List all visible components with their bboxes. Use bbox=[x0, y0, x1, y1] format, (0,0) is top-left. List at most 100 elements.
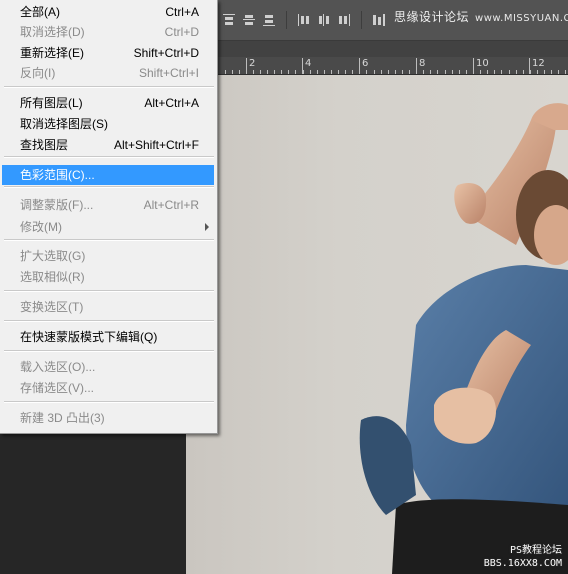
menu-separator bbox=[4, 86, 214, 88]
ruler-tick bbox=[402, 70, 403, 74]
menu-item-modify[interactable]: 修改(M) bbox=[0, 217, 217, 237]
ruler-label: 10 bbox=[476, 58, 489, 69]
menu-item-save-selection[interactable]: 存储选区(V)... bbox=[0, 378, 217, 398]
ruler-tick bbox=[537, 70, 538, 74]
menu-item-all-layers[interactable]: 所有图层(L) Alt+Ctrl+A bbox=[0, 93, 217, 113]
menu-item-shortcut: Shift+Ctrl+D bbox=[133, 46, 199, 60]
ruler-tick bbox=[416, 70, 417, 74]
ruler-tick bbox=[509, 70, 510, 74]
distribute-left-icon[interactable] bbox=[297, 13, 311, 27]
menu-item-shortcut: Alt+Ctrl+R bbox=[143, 198, 199, 212]
menu-item-label: 重新选择(E) bbox=[20, 46, 84, 60]
menu-item-label: 在快速蒙版模式下编辑(Q) bbox=[20, 330, 158, 344]
watermark-top-text: 思缘设计论坛 bbox=[394, 10, 470, 24]
ruler-tick bbox=[494, 70, 495, 74]
menu-item-label: 调整蒙版(F)... bbox=[20, 198, 94, 212]
ruler-tick bbox=[558, 70, 559, 74]
ruler-tick bbox=[324, 70, 325, 74]
menu-item-shortcut: Ctrl+D bbox=[164, 25, 199, 39]
menu-item-label: 存储选区(V)... bbox=[20, 381, 94, 395]
ruler-tick bbox=[225, 70, 226, 74]
ruler-tick bbox=[459, 70, 460, 74]
distribute-right-icon[interactable] bbox=[337, 13, 351, 27]
menu-item-shortcut: Ctrl+A bbox=[165, 5, 199, 19]
ruler-tick bbox=[260, 70, 261, 74]
menu-item-label: 载入选区(O)... bbox=[20, 360, 96, 374]
ruler-tick bbox=[352, 70, 353, 74]
ruler-tick bbox=[423, 70, 424, 74]
ruler-tick bbox=[281, 70, 282, 74]
toolbar-separator bbox=[286, 11, 287, 29]
watermark-top-site: www.MISSYUAN.COM bbox=[475, 13, 568, 24]
menu-separator bbox=[4, 156, 214, 158]
ruler-tick bbox=[338, 70, 339, 74]
ruler-tick bbox=[317, 70, 318, 74]
menu-item-grow[interactable]: 扩大选取(G) bbox=[0, 246, 217, 266]
ruler-tick bbox=[551, 70, 552, 74]
menu-separator bbox=[4, 350, 214, 352]
ruler-tick bbox=[253, 70, 254, 74]
menu-item-label: 变换选区(T) bbox=[20, 300, 84, 314]
menu-separator bbox=[4, 290, 214, 292]
menu-item-label: 反向(I) bbox=[20, 66, 56, 80]
ruler-label: 8 bbox=[419, 58, 426, 69]
menu-item-shortcut: Shift+Ctrl+I bbox=[138, 66, 199, 80]
ruler-tick bbox=[544, 70, 545, 74]
menu-item-transform-selection[interactable]: 变换选区(T) bbox=[0, 297, 217, 317]
align-top-icon[interactable] bbox=[222, 13, 236, 27]
menu-item-inverse[interactable]: 反向(I) Shift+Ctrl+I bbox=[0, 63, 217, 83]
menu-separator bbox=[4, 320, 214, 322]
menu-item-label: 选取相似(R) bbox=[20, 270, 85, 284]
ruler-tick bbox=[473, 70, 474, 74]
menu-item-select-all[interactable]: 全部(A) Ctrl+A bbox=[0, 2, 217, 22]
align-bottom-icon[interactable] bbox=[262, 13, 276, 27]
ruler-tick bbox=[523, 70, 524, 74]
document-tab-strip bbox=[186, 41, 568, 57]
ruler-tick bbox=[516, 70, 517, 74]
distribute-center-icon[interactable] bbox=[317, 13, 331, 27]
ruler-tick bbox=[374, 70, 375, 74]
ruler-tick bbox=[303, 70, 304, 74]
menu-item-refine-mask[interactable]: 调整蒙版(F)... Alt+Ctrl+R bbox=[0, 195, 217, 215]
jumping-man-photo bbox=[359, 103, 568, 574]
ruler-label: 2 bbox=[249, 58, 256, 69]
ruler-tick bbox=[232, 70, 233, 74]
menu-item-similar[interactable]: 选取相似(R) bbox=[0, 267, 217, 287]
ruler-tick bbox=[445, 70, 446, 74]
ruler-label: 4 bbox=[305, 58, 312, 69]
menu-item-label: 色彩范围(C)... bbox=[20, 168, 95, 182]
ruler-tick bbox=[274, 70, 275, 74]
menu-item-new-3d-extrusion[interactable]: 新建 3D 凸出(3) bbox=[0, 408, 217, 428]
menu-separator bbox=[4, 401, 214, 403]
align-middle-icon[interactable] bbox=[242, 13, 256, 27]
submenu-arrow-icon bbox=[205, 223, 209, 231]
menu-separator bbox=[4, 186, 214, 188]
menu-item-label: 新建 3D 凸出(3) bbox=[20, 411, 105, 425]
menu-item-label: 修改(M) bbox=[20, 220, 62, 234]
menu-item-label: 扩大选取(G) bbox=[20, 249, 86, 263]
menu-item-deselect-layers[interactable]: 取消选择图层(S) bbox=[0, 114, 217, 134]
ruler-tick bbox=[565, 70, 566, 74]
ruler-tick bbox=[267, 70, 268, 74]
ruler-tick bbox=[288, 70, 289, 74]
auto-align-icon[interactable] bbox=[372, 13, 386, 27]
ruler-tick bbox=[501, 70, 502, 74]
menu-item-label: 取消选择图层(S) bbox=[20, 117, 108, 131]
toolbar-separator bbox=[361, 11, 362, 29]
menu-item-load-selection[interactable]: 载入选区(O)... bbox=[0, 357, 217, 377]
menu-item-find-layers[interactable]: 查找图层 Alt+Shift+Ctrl+F bbox=[0, 135, 217, 155]
menu-item-label: 全部(A) bbox=[20, 5, 60, 19]
menu-item-reselect[interactable]: 重新选择(E) Shift+Ctrl+D bbox=[0, 43, 217, 63]
menu-item-label: 查找图层 bbox=[20, 138, 69, 152]
ruler-tick bbox=[246, 70, 247, 74]
menu-item-quick-mask[interactable]: 在快速蒙版模式下编辑(Q) bbox=[0, 327, 217, 347]
ruler-tick bbox=[452, 70, 453, 74]
watermark-bottom-line1: PS教程论坛 bbox=[509, 545, 562, 556]
menu-item-deselect[interactable]: 取消选择(D) Ctrl+D bbox=[0, 22, 217, 42]
ruler-tick bbox=[480, 70, 481, 74]
watermark-top: 思缘设计论坛 www.MISSYUAN.COM bbox=[394, 8, 568, 25]
align-distribute-group bbox=[222, 9, 386, 31]
document-canvas[interactable]: PS教程论坛 BBS.16XX8.COM bbox=[186, 75, 568, 574]
ruler-tick bbox=[530, 70, 531, 74]
menu-item-color-range[interactable]: 色彩范围(C)... bbox=[2, 165, 214, 185]
